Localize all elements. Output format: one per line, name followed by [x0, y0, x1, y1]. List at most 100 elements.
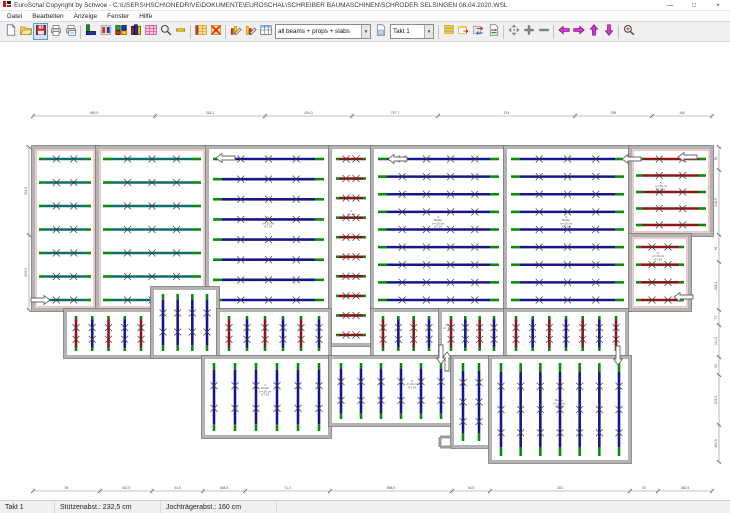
svg-text:298: 298 — [611, 111, 617, 115]
svg-text:92: 92 — [642, 486, 646, 490]
toolbar-separator — [618, 25, 619, 39]
minimize-button[interactable]: — — [658, 0, 682, 10]
table-view-button[interactable] — [258, 23, 273, 40]
measure-button[interactable] — [173, 23, 188, 40]
svg-text:757,7: 757,7 — [391, 111, 400, 115]
pan-button[interactable] — [506, 23, 521, 40]
zoom-plus-button[interactable] — [621, 23, 636, 40]
arrowup-icon — [588, 23, 600, 41]
close-button[interactable]: × — [706, 0, 730, 10]
gridadd-icon — [195, 23, 207, 41]
svg-text:GT 24: GT 24 — [562, 225, 570, 229]
app-icon — [3, 0, 11, 10]
toolbar-separator — [80, 25, 81, 39]
svg-text:303,5: 303,5 — [714, 396, 718, 405]
display-filter-select[interactable]: all beams + props + slabs▼ — [275, 24, 371, 39]
takt-select[interactable]: Takt 1▼ — [390, 24, 434, 39]
svg-text:GT 24: GT 24 — [408, 385, 416, 389]
svg-text:404,3: 404,3 — [304, 111, 313, 115]
menu-bar: DateiBearbeitenAnzeigeFensterHilfe — [0, 11, 730, 22]
save-button[interactable] — [33, 23, 48, 40]
svg-text:214: 214 — [504, 111, 510, 115]
status-takt: Takt 1 — [0, 501, 55, 513]
svg-text:465,5: 465,5 — [90, 111, 99, 115]
chevron-down-icon[interactable]: ▼ — [361, 25, 370, 38]
toolbar-separator — [553, 25, 554, 39]
menu-anzeige[interactable]: Anzeige — [69, 13, 103, 20]
svg-text:92: 92 — [714, 364, 718, 368]
svg-text:360,5: 360,5 — [681, 486, 690, 490]
menu-bearbeiten[interactable]: Bearbeiten — [27, 13, 68, 20]
list-delete-button[interactable] — [208, 23, 223, 40]
svg-text:368,5: 368,5 — [220, 486, 229, 490]
svg-text:GT 24: GT 24 — [654, 257, 662, 261]
svg-text:318,2: 318,2 — [206, 111, 215, 115]
formwork-plan-button[interactable] — [98, 23, 113, 40]
pageblue-icon — [375, 23, 387, 41]
swap-window-button[interactable] — [471, 23, 486, 40]
arrowleft-icon — [558, 23, 570, 41]
edit-props-button[interactable] — [243, 23, 258, 40]
svg-text:GT 24: GT 24 — [347, 215, 355, 219]
svg-text:303,5: 303,5 — [24, 268, 28, 277]
pan-up-button[interactable] — [586, 23, 601, 40]
takt-select-value: Takt 1 — [391, 28, 424, 35]
move-window-button[interactable] — [456, 23, 471, 40]
movegray-icon — [508, 23, 520, 41]
new-file-button[interactable] — [3, 23, 18, 40]
status-filler — [277, 501, 730, 513]
winarrow-icon — [458, 23, 470, 41]
print-icon — [50, 23, 62, 41]
drawing-area[interactable]: 1Decked = 20 cmGT 242d = 20GT 243Decked … — [0, 42, 730, 500]
toolbar-separator — [438, 25, 439, 39]
wall-mode-button[interactable] — [83, 23, 98, 40]
formwork-plan-drawing[interactable]: 1Decked = 20 cmGT 242d = 20GT 243Decked … — [0, 42, 730, 500]
zoom-window-button[interactable] — [158, 23, 173, 40]
svg-text:92: 92 — [714, 157, 718, 161]
gridrb-icon — [100, 23, 112, 41]
menu-datei[interactable]: Datei — [2, 13, 27, 20]
display-filter-select-value: all beams + props + slabs — [276, 28, 361, 35]
barspencil-icon — [230, 23, 242, 41]
chevron-down-icon[interactable]: ▼ — [424, 25, 433, 38]
bars3d-icon — [130, 23, 142, 41]
print-button[interactable] — [48, 23, 63, 40]
pan-right-button[interactable] — [571, 23, 586, 40]
svg-text:d = 20: d = 20 — [443, 326, 451, 330]
panel-table-button[interactable] — [143, 23, 158, 40]
zoom-in-button[interactable] — [521, 23, 536, 40]
svg-text:GT 24: GT 24 — [434, 225, 442, 229]
svg-text:44,5: 44,5 — [174, 486, 181, 490]
toolbar-separator — [503, 25, 504, 39]
list-add-button[interactable] — [193, 23, 208, 40]
menu-fenster[interactable]: Fenster — [102, 13, 134, 20]
cycle-mode-button[interactable] — [128, 23, 143, 40]
report-page-button[interactable] — [486, 23, 501, 40]
magnifier-icon — [160, 23, 172, 41]
edit-beams-button[interactable] — [228, 23, 243, 40]
print-preview-button[interactable] — [63, 23, 78, 40]
zoom-out-button[interactable] — [536, 23, 551, 40]
svg-text:160: 160 — [679, 111, 685, 115]
tableblue-icon — [260, 23, 272, 41]
linesyellow-icon — [443, 23, 455, 41]
gridx-icon — [210, 23, 222, 41]
layer-lines-button[interactable] — [441, 23, 456, 40]
toolbar-separator — [190, 25, 191, 39]
svg-text:318,5: 318,5 — [714, 198, 718, 207]
slab-mode-button[interactable] — [113, 23, 128, 40]
svg-text:GT 24: GT 24 — [264, 225, 272, 229]
minusgray-icon — [538, 23, 550, 41]
pan-left-button[interactable] — [556, 23, 571, 40]
magplus-icon — [623, 23, 635, 41]
status-stuetzenabstand: Stützenabst.: 232,5 cm — [55, 501, 161, 513]
maximize-button[interactable]: □ — [682, 0, 706, 10]
open-file-button[interactable] — [18, 23, 33, 40]
menu-hilfe[interactable]: Hilfe — [134, 13, 157, 20]
page-preview-button[interactable] — [373, 23, 388, 40]
print2-icon — [65, 23, 77, 41]
window-title: EuroSchal Copyright by Schwoe - C:\USERS… — [14, 2, 658, 9]
svg-text:94: 94 — [65, 486, 69, 490]
pan-down-button[interactable] — [601, 23, 616, 40]
save-icon — [35, 23, 47, 41]
